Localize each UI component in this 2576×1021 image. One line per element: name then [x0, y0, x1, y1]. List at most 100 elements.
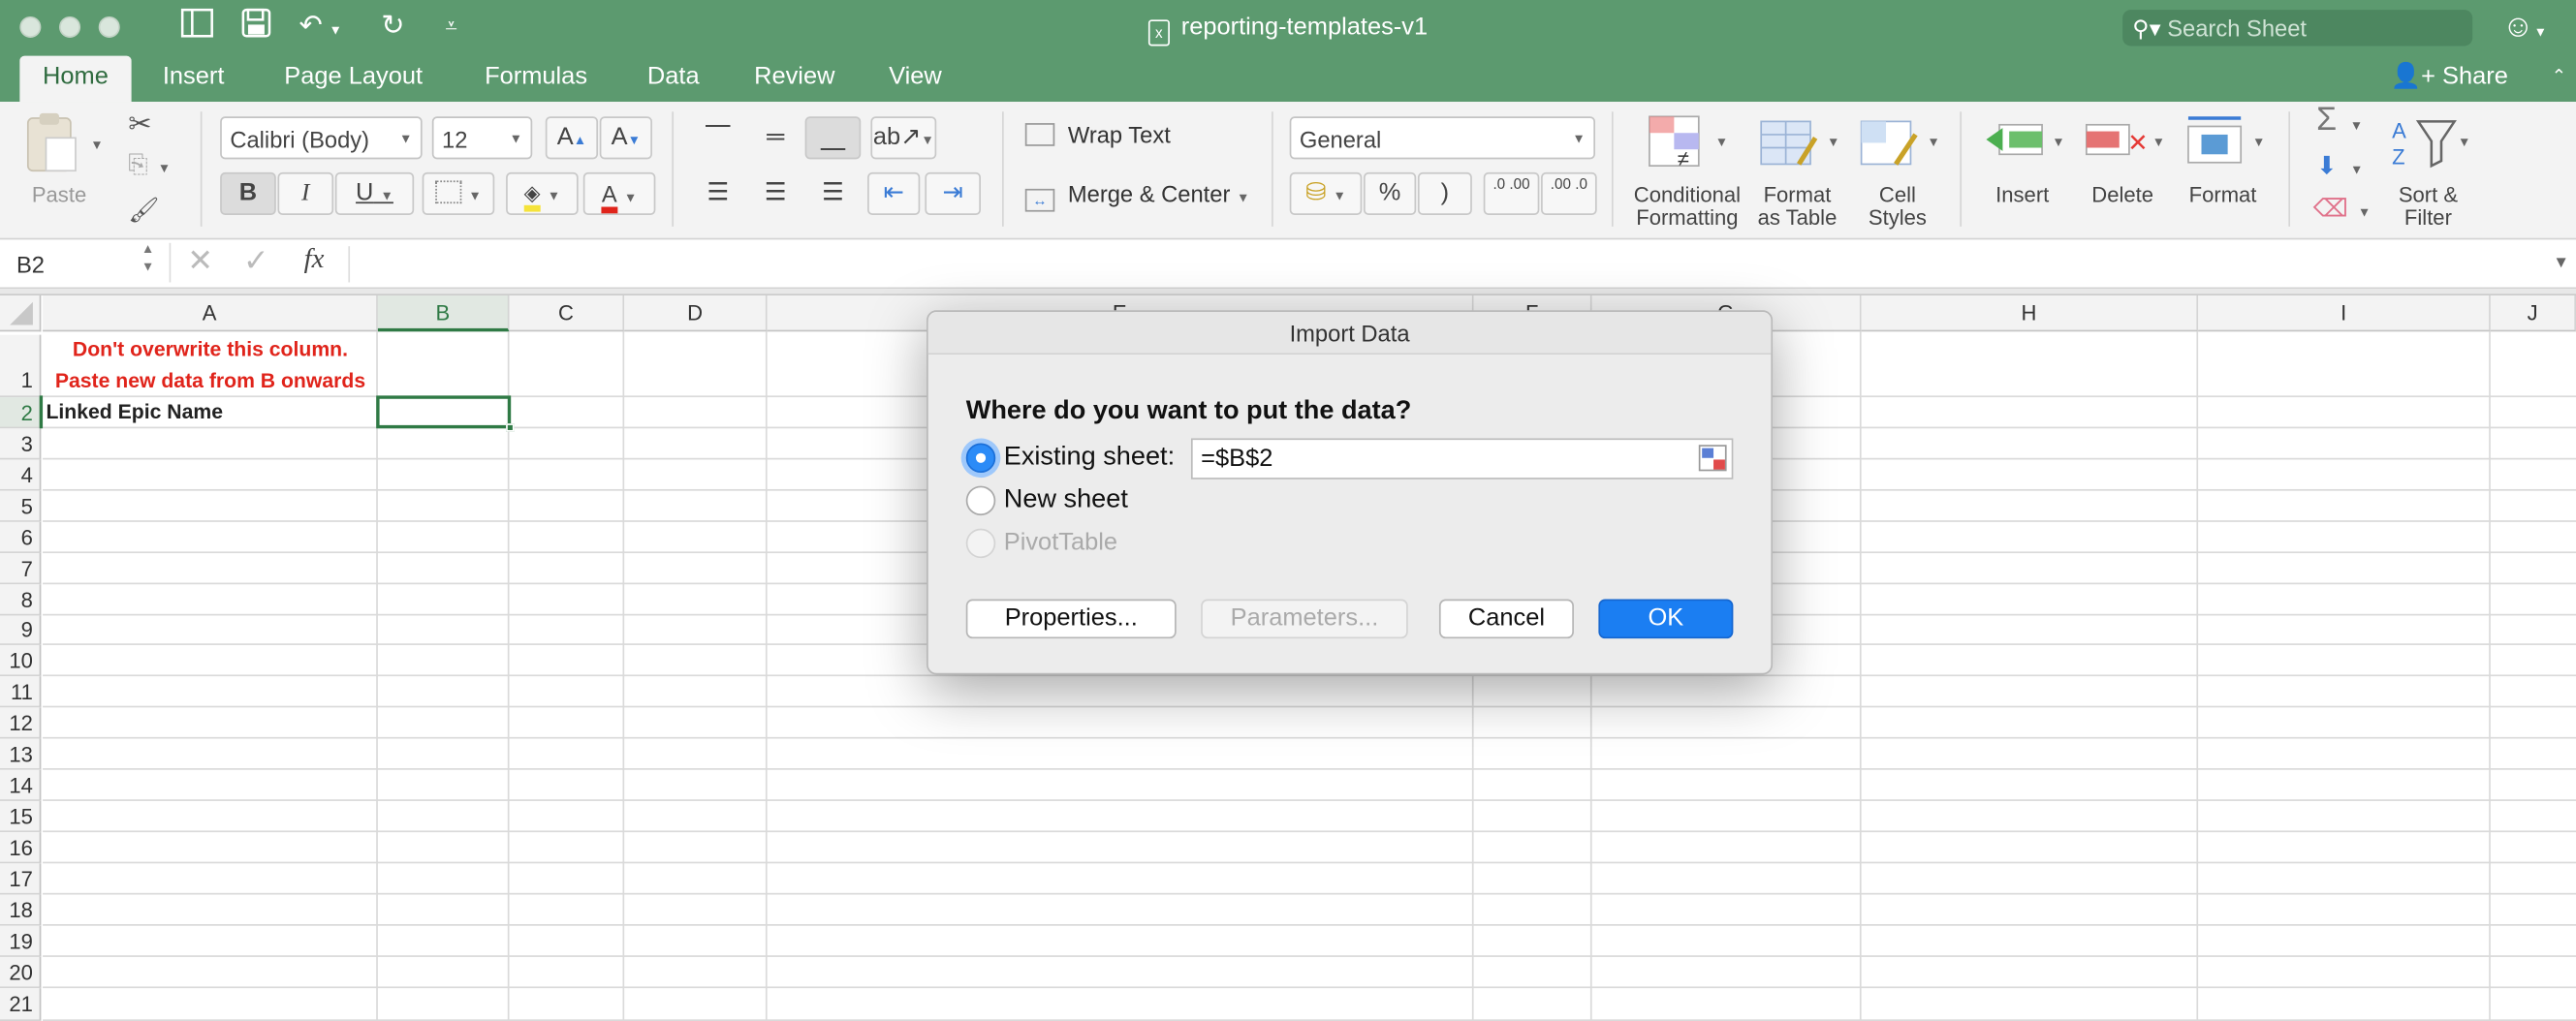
tab-view[interactable]: View — [889, 62, 942, 92]
clear-eraser-icon[interactable]: ⌫ ▼ — [2313, 194, 2372, 224]
fill-icon[interactable]: ⬇ ▼ — [2316, 151, 2363, 181]
tab-review[interactable]: Review — [754, 62, 834, 92]
cut-icon[interactable]: ✂ — [128, 108, 151, 141]
confirm-entry-icon[interactable]: ✓ — [243, 243, 269, 281]
paste-dropdown-icon[interactable]: ▼ — [90, 138, 103, 152]
tab-page-layout[interactable]: Page Layout — [284, 62, 423, 92]
insert-function-button[interactable]: fx — [304, 243, 325, 276]
cell-a1[interactable]: Don't overwrite this column. Paste new da… — [43, 335, 378, 397]
row-header-21[interactable]: 21 — [0, 988, 42, 1021]
format-as-table-label[interactable]: Format as Table — [1744, 183, 1849, 230]
collapse-ribbon-icon[interactable]: ⌃ — [2552, 66, 2567, 86]
increase-indent-button[interactable]: ⇥ — [925, 171, 982, 215]
row-header-4[interactable]: 4 — [0, 459, 42, 491]
chevron-down-icon[interactable]: ▼ — [2458, 135, 2470, 149]
column-header-j[interactable]: J — [2490, 295, 2576, 332]
cell-styles-label[interactable]: Cell Styles — [1848, 183, 1947, 230]
share-button[interactable]: 👤+ Share — [2390, 61, 2507, 90]
row-header-16[interactable]: 16 — [0, 832, 42, 864]
conditional-formatting-label[interactable]: Conditional Formatting — [1626, 183, 1747, 230]
accounting-format-button[interactable]: ⛁ ▼ — [1289, 171, 1363, 215]
row-header-1[interactable]: 1 — [0, 334, 42, 398]
chevron-down-icon[interactable]: ▼ — [2052, 135, 2064, 149]
row-header-10[interactable]: 10 — [0, 644, 42, 677]
row-header-7[interactable]: 7 — [0, 553, 42, 585]
column-header-b[interactable]: B — [377, 295, 510, 332]
row-header-14[interactable]: 14 — [0, 769, 42, 801]
name-box[interactable]: B2 ▲ ▼ — [16, 241, 158, 282]
align-left-button[interactable]: ☰ — [690, 172, 746, 215]
italic-button[interactable]: I — [277, 171, 334, 215]
format-as-table-icon[interactable] — [1760, 115, 1819, 182]
format-cells-label[interactable]: Format — [2182, 183, 2264, 207]
existing-sheet-range-input[interactable]: =$B$2 — [1190, 438, 1734, 480]
row-header-11[interactable]: 11 — [0, 676, 42, 708]
row-header-20[interactable]: 20 — [0, 956, 42, 989]
wrap-text-button[interactable]: Wrap Text — [1024, 121, 1171, 148]
properties-button[interactable]: Properties... — [965, 599, 1177, 639]
row-header-8[interactable]: 8 — [0, 584, 42, 616]
tab-insert[interactable]: Insert — [163, 62, 225, 92]
sort-filter-icon[interactable]: AZ — [2392, 115, 2467, 179]
formula-input[interactable] — [348, 246, 2550, 283]
bold-button[interactable]: B — [220, 171, 276, 215]
row-header-18[interactable]: 18 — [0, 894, 42, 926]
cell-styles-icon[interactable] — [1860, 115, 1919, 182]
copy-icon[interactable]: ⎘ ▼ — [128, 151, 171, 179]
cancel-entry-icon[interactable]: ✕ — [187, 243, 213, 281]
tab-home[interactable]: Home — [19, 55, 132, 103]
row-header-2[interactable]: 2 — [0, 397, 42, 429]
expand-formula-bar-icon[interactable]: ▼ — [2553, 255, 2569, 273]
conditional-formatting-icon[interactable]: ≠ — [1648, 115, 1707, 182]
percent-style-button[interactable]: % — [1363, 171, 1417, 215]
tab-formulas[interactable]: Formulas — [485, 62, 587, 92]
delete-cells-icon[interactable]: ✕ — [2083, 118, 2149, 172]
comma-style-button[interactable]: ) — [1417, 171, 1472, 215]
chevron-down-icon[interactable]: ▼ — [1927, 135, 1939, 149]
autosum-icon[interactable]: Σ ▼ — [2316, 102, 2363, 139]
sort-filter-label[interactable]: Sort & Filter — [2377, 183, 2479, 230]
borders-button[interactable]: ▼ — [422, 171, 495, 215]
selected-cell-b2[interactable] — [376, 395, 512, 429]
name-box-stepper-icon[interactable]: ▲ ▼ — [141, 239, 154, 275]
font-name-dropdown[interactable]: Calibri (Body) ▼ — [220, 116, 423, 160]
row-header-19[interactable]: 19 — [0, 925, 42, 957]
row-header-13[interactable]: 13 — [0, 738, 42, 770]
cancel-button[interactable]: Cancel — [1438, 599, 1574, 639]
align-right-button[interactable]: ☰ — [805, 172, 862, 215]
orientation-button[interactable]: ab↗▼ — [870, 116, 937, 160]
align-middle-button[interactable]: ═ — [747, 116, 803, 159]
row-header-3[interactable]: 3 — [0, 428, 42, 460]
chevron-down-icon[interactable]: ▼ — [2252, 135, 2265, 149]
feedback-smiley-icon[interactable]: ☺▼ — [2502, 10, 2547, 46]
column-header-i[interactable]: I — [2198, 295, 2491, 332]
decrease-indent-button[interactable]: ⇤ — [867, 171, 921, 215]
existing-sheet-radio[interactable] — [965, 443, 996, 474]
decrease-decimal-button[interactable]: .00 .0 — [1541, 171, 1597, 215]
format-cells-icon[interactable] — [2185, 111, 2247, 175]
decrease-font-size-button[interactable]: A▼ — [599, 116, 652, 160]
fill-handle[interactable] — [506, 423, 515, 432]
underline-button[interactable]: U ▼ — [334, 171, 415, 215]
increase-decimal-button[interactable]: .0 .00 — [1483, 171, 1540, 215]
row-header-12[interactable]: 12 — [0, 707, 42, 739]
new-sheet-radio[interactable] — [965, 485, 996, 516]
row-header-6[interactable]: 6 — [0, 521, 42, 554]
align-center-button[interactable]: ☰ — [747, 172, 803, 215]
format-painter-icon[interactable]: 🖌 — [128, 196, 159, 225]
insert-cells-icon[interactable] — [1983, 118, 2045, 172]
column-header-c[interactable]: C — [509, 295, 625, 332]
row-header-15[interactable]: 15 — [0, 800, 42, 833]
column-header-a[interactable]: A — [43, 295, 378, 332]
ok-button[interactable]: OK — [1598, 599, 1734, 639]
tab-data[interactable]: Data — [647, 62, 700, 92]
fill-color-button[interactable]: ◈ ▼ — [506, 171, 579, 215]
column-header-h[interactable]: H — [1861, 295, 2199, 332]
column-header-d[interactable]: D — [624, 295, 768, 332]
chevron-down-icon[interactable]: ▼ — [1715, 135, 1728, 149]
select-all-corner[interactable] — [0, 295, 42, 332]
row-header-9[interactable]: 9 — [0, 615, 42, 645]
merge-center-button[interactable]: ↔ Merge & Center ▼ — [1024, 180, 1249, 212]
search-sheet-input[interactable]: ⚲▾ Search Sheet — [2122, 10, 2473, 46]
number-format-dropdown[interactable]: General ▼ — [1289, 116, 1595, 160]
